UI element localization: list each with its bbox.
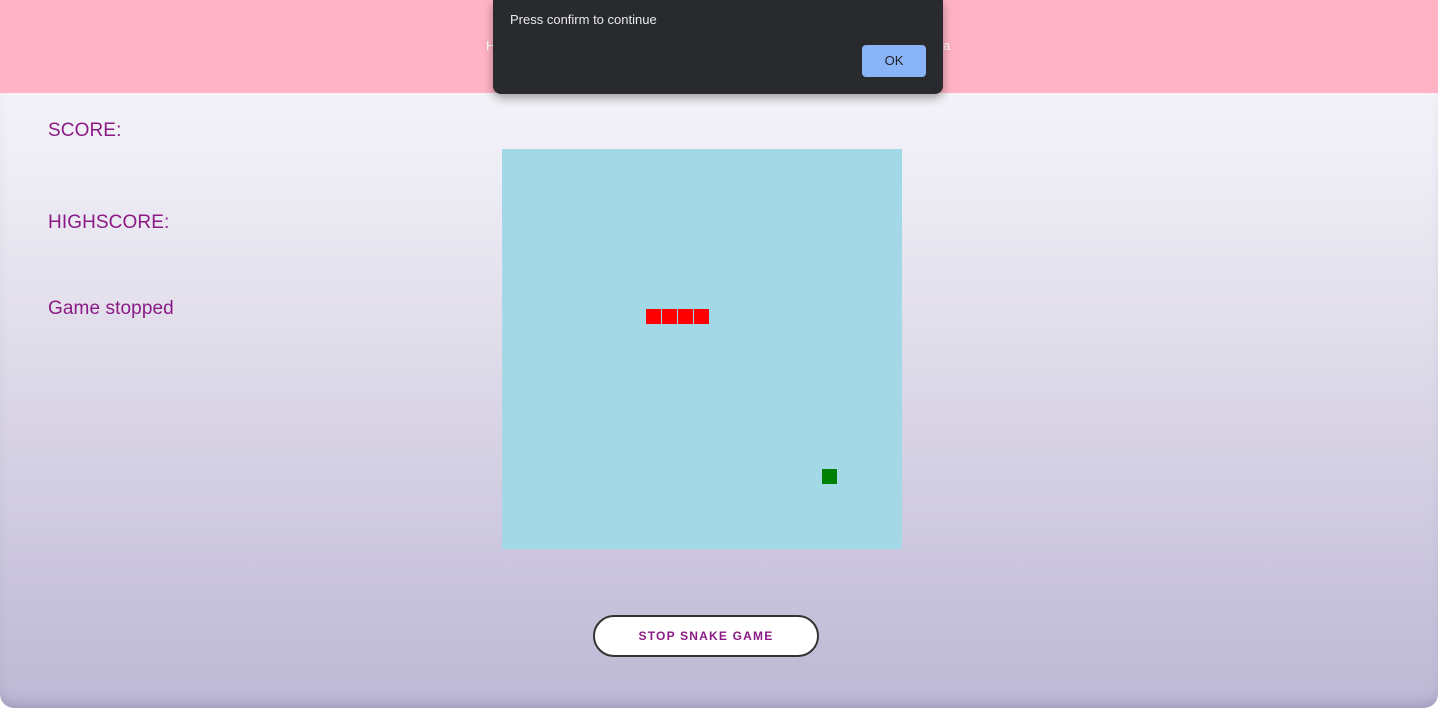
game-area: SCORE: HIGHSCORE: Game stopped STOP SNAK… [0,93,1438,708]
snake-food [822,469,837,484]
confirm-dialog: Press confirm to continue OK [493,0,943,94]
snake-segment [678,309,693,324]
dialog-message: Press confirm to continue [510,12,657,27]
highscore-label: HIGHSCORE: [48,212,170,233]
score-label: SCORE: [48,120,122,141]
snake-segment [646,309,661,324]
header-text-fragment-right: a [943,38,951,53]
snake-board [502,149,902,549]
snake-segment [662,309,677,324]
ok-button[interactable]: OK [862,45,926,77]
snake-segment [694,309,709,324]
stop-snake-game-button[interactable]: STOP SNAKE GAME [593,615,819,657]
game-status: Game stopped [48,298,174,319]
